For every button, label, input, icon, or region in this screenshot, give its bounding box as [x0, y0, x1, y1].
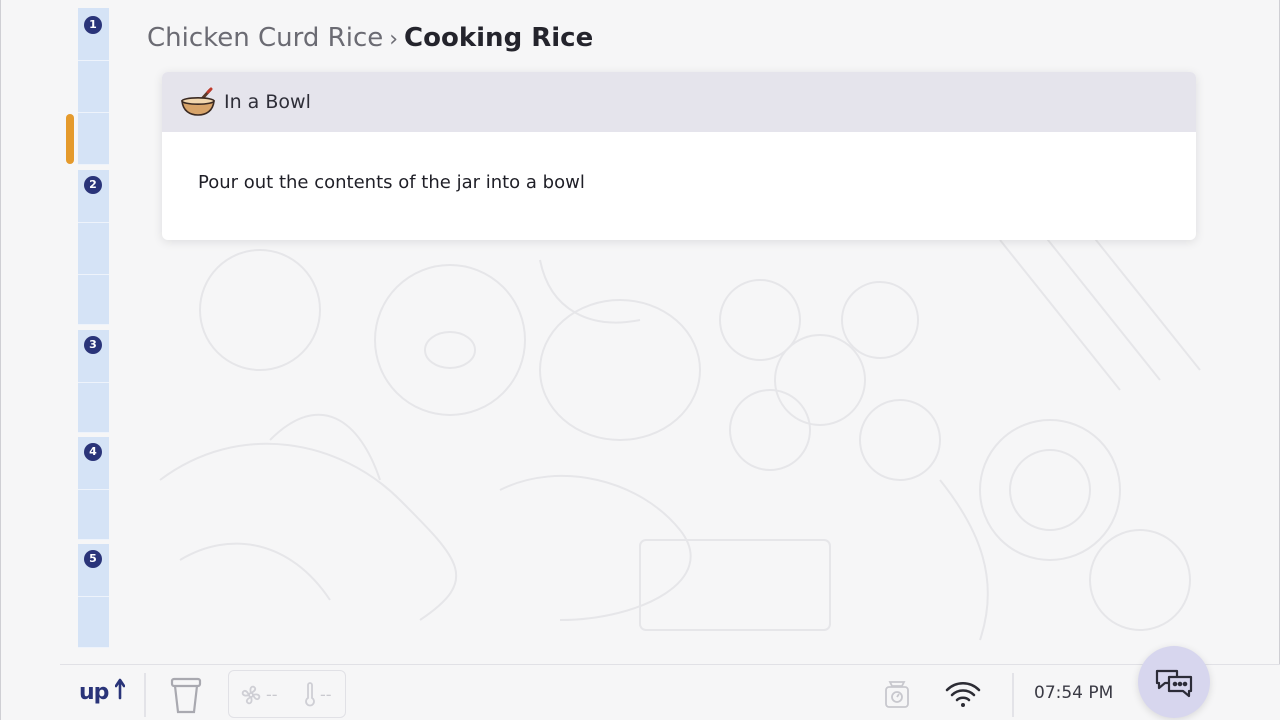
brand-arrow-icon — [114, 678, 126, 700]
step-badge-2[interactable]: 2 — [84, 176, 102, 194]
current-step-marker — [66, 114, 74, 164]
fan-speed-value: -- — [266, 685, 278, 704]
mixing-bowl-icon — [181, 87, 215, 116]
rail-segment — [78, 61, 109, 113]
bottom-status-bar: UP -- -- — [60, 664, 1280, 720]
left-border — [0, 0, 1, 720]
breadcrumb-parent-recipe[interactable]: Chicken Curd Rice — [147, 23, 383, 53]
chat-assistant-button[interactable] — [1138, 646, 1210, 718]
step-progress-rail: 1 2 3 4 5 — [78, 8, 109, 648]
trash-bin-icon[interactable] — [168, 675, 204, 715]
rail-segment — [78, 490, 109, 540]
breadcrumb: Chicken Curd Rice › Cooking Rice — [147, 20, 593, 58]
clock-time: 07:54 PM — [1034, 683, 1114, 703]
bar-divider — [144, 673, 146, 717]
chat-bubbles-icon — [1155, 669, 1193, 698]
step-card-header: In a Bowl — [162, 72, 1196, 132]
step-badge-5[interactable]: 5 — [84, 550, 102, 568]
step-badge-1[interactable]: 1 — [84, 16, 102, 34]
thermometer-icon — [305, 682, 315, 707]
app-window: 1 2 3 4 5 Chicken Curd Rice › Cooking Rice… — [0, 0, 1280, 720]
step-instruction-card: In a Bowl Pour out the contents of the j… — [162, 72, 1196, 240]
step-card-title: In a Bowl — [224, 91, 311, 113]
rail-segment — [78, 383, 109, 433]
rail-segment — [78, 113, 109, 165]
rail-segment — [78, 275, 109, 325]
brand-logo[interactable]: UP — [79, 678, 126, 705]
rail-segment — [78, 597, 109, 648]
wifi-icon[interactable] — [944, 681, 982, 709]
fan-icon — [241, 685, 261, 705]
kitchen-scale-icon[interactable] — [882, 678, 912, 710]
breadcrumb-separator: › — [389, 27, 399, 52]
step-badge-3[interactable]: 3 — [84, 336, 102, 354]
sensor-readouts: -- -- — [228, 670, 346, 718]
breadcrumb-current-stage: Cooking Rice — [404, 23, 594, 53]
rail-segment — [78, 223, 109, 275]
bar-divider — [1012, 673, 1014, 717]
step-instruction-text: Pour out the contents of the jar into a … — [198, 172, 585, 193]
temperature-value: -- — [320, 685, 332, 704]
step-badge-4[interactable]: 4 — [84, 443, 102, 461]
brand-logo-text: UP — [79, 680, 109, 705]
